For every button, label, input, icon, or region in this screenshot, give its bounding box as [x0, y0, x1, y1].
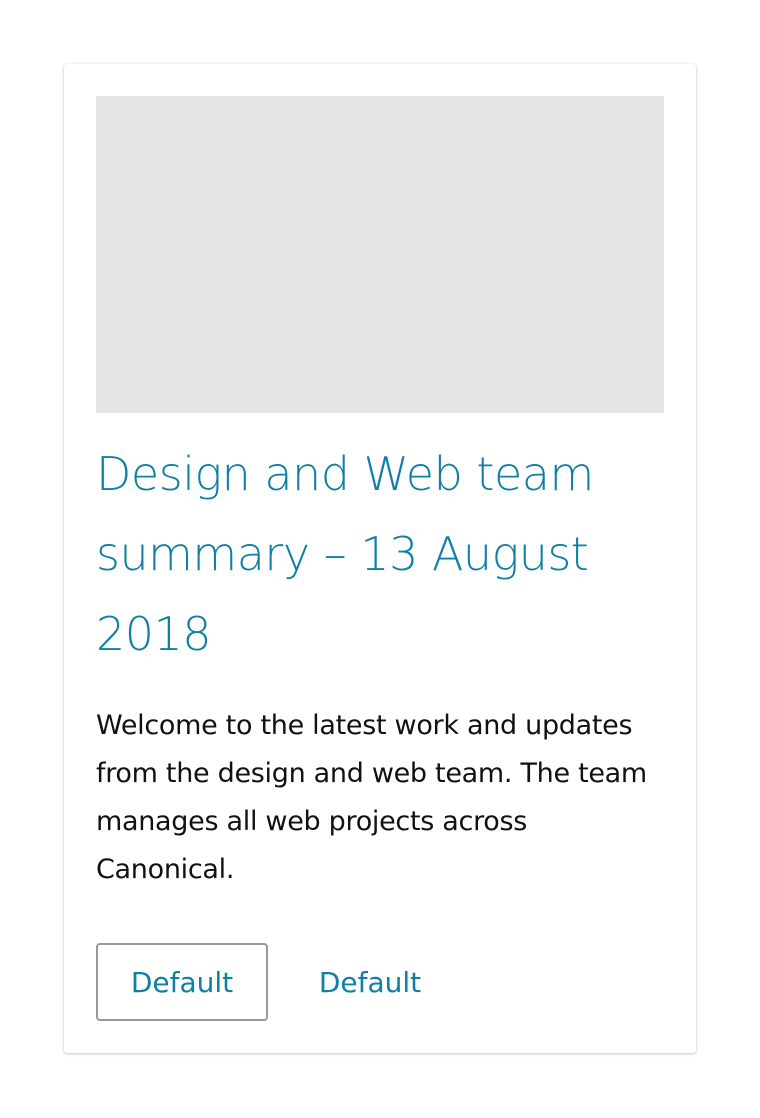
card-title[interactable]: Design and Web team summary – 13 August … [96, 434, 664, 674]
default-outline-button[interactable]: Default [96, 943, 268, 1021]
card-description: Welcome to the latest work and updates f… [96, 710, 647, 885]
card-image-placeholder [96, 96, 664, 413]
default-link-button[interactable]: Default [300, 943, 440, 1021]
article-card: Design and Web team summary – 13 August … [64, 64, 696, 1053]
